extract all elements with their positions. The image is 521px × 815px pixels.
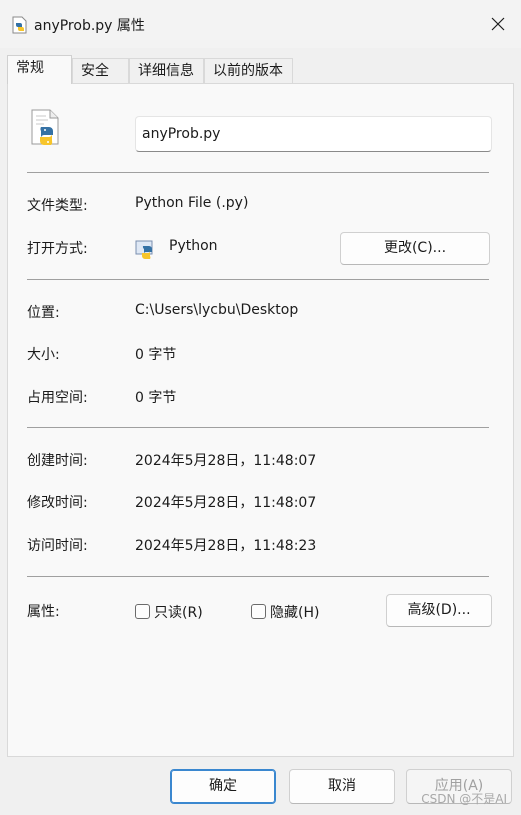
cancel-button[interactable]: 取消 [289,769,395,804]
ok-button[interactable]: 确定 [170,769,276,804]
modified-value: 2024年5月28日，11:48:07 [135,495,317,511]
created-label: 创建时间: [27,453,88,469]
hidden-checkbox[interactable] [251,604,266,619]
watermark: CSDN @不是AI [421,792,507,806]
close-icon [491,17,505,31]
tab-security[interactable]: 安全 [72,58,129,83]
advanced-button[interactable]: 高级(D)... [386,594,492,627]
created-value: 2024年5月28日，11:48:07 [135,453,317,469]
separator [27,172,489,173]
modified-label: 修改时间: [27,495,88,511]
python-app-icon [135,238,157,260]
tab-general[interactable]: 常规 [7,55,72,84]
size-on-disk-label: 占用空间: [27,390,88,406]
size-on-disk-value: 0 字节 [135,390,177,406]
change-button[interactable]: 更改(C)... [340,232,490,265]
open-with-value: Python [169,238,218,254]
hidden-label[interactable]: 隐藏(H) [270,602,319,622]
separator [27,576,489,577]
title-bar[interactable]: anyProb.py 属性 [0,0,521,48]
python-file-icon [26,107,66,147]
readonly-checkbox[interactable] [135,604,150,619]
filename-input[interactable]: anyProb.py [135,116,492,152]
separator [27,279,489,280]
file-type-label: 文件类型: [27,198,88,214]
separator [27,427,489,428]
readonly-label[interactable]: 只读(R) [154,602,203,622]
location-value: C:\Users\lycbu\Desktop [135,302,299,318]
accessed-value: 2024年5月28日，11:48:23 [135,538,317,554]
size-value: 0 字节 [135,347,177,363]
close-button[interactable] [475,0,521,48]
tab-previous-versions[interactable]: 以前的版本 [204,58,293,83]
tab-details[interactable]: 详细信息 [129,58,204,83]
size-label: 大小: [27,347,60,363]
file-type-value: Python File (.py) [135,195,249,211]
attributes-label: 属性: [27,604,60,620]
properties-dialog: anyProb.py 属性 常规 安全 详细信息 以前的版本 anyProb.p… [0,0,521,815]
open-with-label: 打开方式: [27,241,88,257]
general-panel [7,83,514,757]
window-title: anyProb.py 属性 [34,18,145,34]
location-label: 位置: [27,305,60,321]
accessed-label: 访问时间: [27,538,88,554]
python-file-icon [12,16,28,34]
